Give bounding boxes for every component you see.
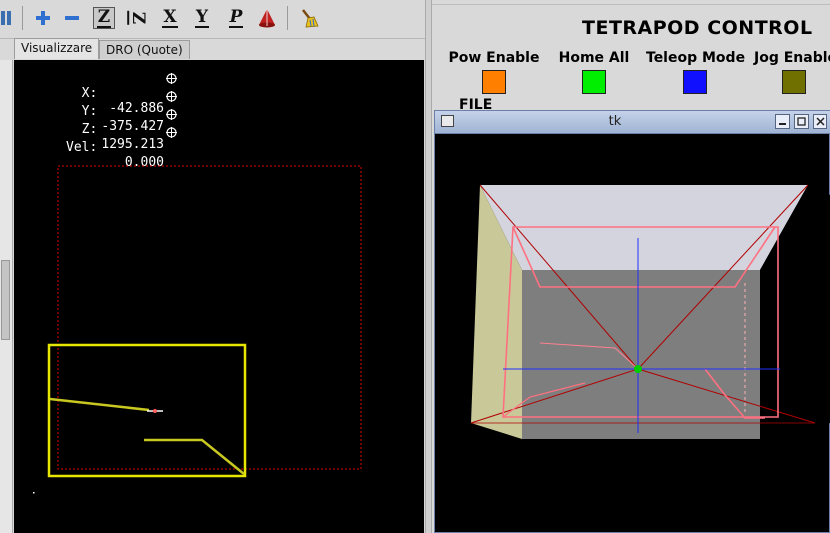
maximize-button[interactable] [794,114,809,129]
toggle-tool-button[interactable] [256,7,278,29]
home-all-control: Home All [556,50,632,94]
minus-icon [65,16,79,20]
tk-titlebar[interactable]: tk [435,111,830,134]
left-gutter [0,60,13,533]
view-z-rotated-label: Z [126,10,148,26]
minimize-button[interactable] [775,114,790,129]
pow-enable-led[interactable] [482,70,506,94]
tab-visualizzare[interactable]: Visualizzare [14,38,100,59]
close-button[interactable] [813,114,827,129]
view-z-label: Z [96,7,112,28]
teleop-mode-led[interactable] [683,70,707,94]
maximize-icon [797,117,806,126]
teleop-mode-label: Teleop Mode [646,50,746,66]
jog-enable-label: Jog Enable [754,50,830,66]
view-y-label: Y [194,7,210,28]
tk-3d-view[interactable] [435,133,830,533]
view-x-button[interactable]: X [159,7,181,29]
toolbar: Z Z X Y P [0,0,430,39]
toolpath-line [49,397,150,412]
view-z-rotated-button[interactable]: Z [126,7,148,29]
view-x-label: X [162,7,178,28]
gutter-scroll-handle[interactable] [1,260,10,340]
frame-back-face [522,270,760,439]
toolbar-separator [287,6,288,30]
toolbar-separator [22,6,23,30]
jog-enable-led[interactable] [782,70,806,94]
teleop-mode-control: Teleop Mode [646,50,746,94]
broom-icon [302,9,319,28]
plot-canvas [33,165,362,494]
preview-plot[interactable]: X: -42.886 Y: -375.427 Z: 1295.213 Vel: … [14,60,424,533]
close-icon [816,117,825,126]
minimize-icon [779,123,786,125]
tool-position-marker [147,409,163,413]
effector-marker [634,365,642,373]
pane-divider[interactable] [425,0,432,533]
tab-dro[interactable]: DRO (Quote) [99,40,190,59]
clear-plot-button[interactable] [298,7,320,29]
jog-enable-control: Jog Enable [754,50,830,94]
zoom-in-button[interactable] [32,7,54,29]
view-y-button[interactable]: Y [191,7,213,29]
tk-window: tk [434,110,830,533]
pow-enable-control: Pow Enable [448,50,540,94]
plus-icon [36,11,50,25]
home-all-led[interactable] [582,70,606,94]
toolbar-edge-icon[interactable] [0,8,14,28]
tetrapod-title: TETRAPOD CONTROL [582,17,813,39]
origin-dot [33,492,35,494]
pow-enable-label: Pow Enable [448,50,540,66]
view-z-button[interactable]: Z [93,7,115,29]
view-p-button[interactable]: P [225,7,247,29]
panel-rule [432,4,830,5]
tk-window-title: tk [608,114,622,129]
view-p-label: P [228,7,244,28]
machine-limits-box [57,165,362,470]
zoom-out-button[interactable] [61,7,83,29]
tab-bar: Visualizzare DRO (Quote) [0,38,430,60]
cone-icon [259,9,275,28]
home-all-label: Home All [558,50,630,66]
